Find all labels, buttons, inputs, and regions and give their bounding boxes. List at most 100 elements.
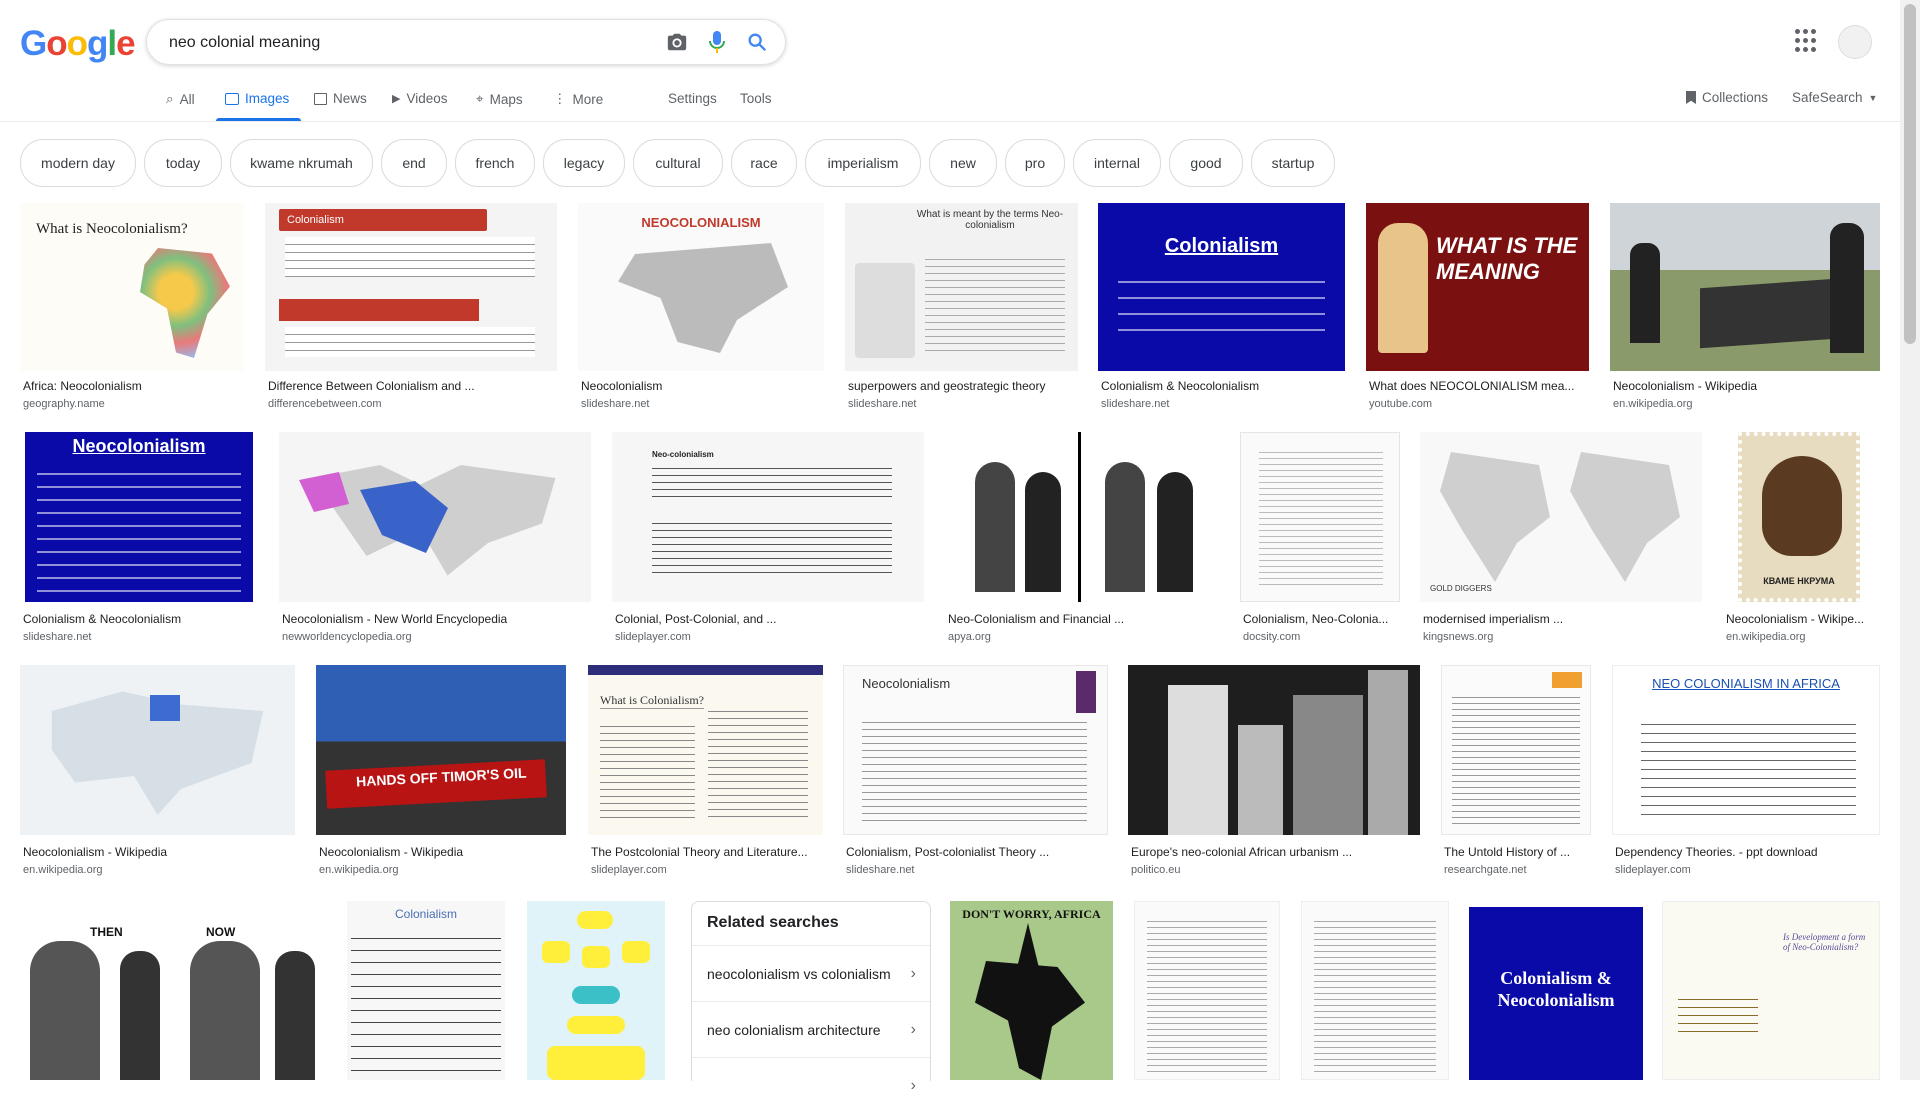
- image-result[interactable]: Colonialism, Neo-Colonia... docsity.com: [1240, 432, 1400, 646]
- result-thumbnail: GOLD DIGGERS: [1420, 432, 1702, 602]
- chip[interactable]: race: [731, 139, 797, 187]
- search-icon: ⌕: [166, 91, 174, 106]
- related-searches-heading: Related searches: [707, 914, 839, 931]
- chip[interactable]: today: [144, 139, 222, 187]
- chip[interactable]: kwame nkrumah: [230, 139, 373, 187]
- image-result[interactable]: КВАМЕ НКРУМА Neocolonialism - Wikipe... …: [1723, 432, 1880, 646]
- result-thumbnail: [1610, 203, 1880, 371]
- image-result[interactable]: Colonialism Colonialism & Neocolonialism…: [1098, 203, 1345, 413]
- google-logo[interactable]: Google: [20, 24, 136, 64]
- result-thumbnail: Colonialism: [265, 203, 557, 371]
- result-thumbnail: [20, 665, 295, 835]
- result-thumbnail: Is Development a form of Neo-Colonialism…: [1662, 901, 1880, 1080]
- image-result[interactable]: Colonialism: [347, 901, 505, 1080]
- result-thumbnail: Colonialism: [347, 901, 505, 1080]
- image-result[interactable]: [1301, 901, 1449, 1080]
- image-result[interactable]: The Untold History of ... researchgate.n…: [1441, 665, 1591, 879]
- result-thumbnail: HANDS OFF TIMOR'S OIL: [316, 665, 566, 835]
- chip[interactable]: pro: [1005, 139, 1065, 187]
- chip[interactable]: cultural: [633, 139, 723, 187]
- tab-news[interactable]: News: [314, 91, 367, 106]
- chevron-right-icon: ›: [910, 1021, 916, 1038]
- chip[interactable]: good: [1169, 139, 1243, 187]
- image-result[interactable]: Is Development a form of Neo-Colonialism…: [1662, 901, 1880, 1080]
- bookmark-icon: [1686, 91, 1696, 104]
- result-thumbnail: NEOCOLONIALISM: [578, 203, 824, 371]
- image-result[interactable]: Neocolonialism - New World Encyclopedia …: [279, 432, 591, 646]
- image-result[interactable]: Neocolonialism Colonialism, Post-colonia…: [843, 665, 1108, 879]
- header-divider: [0, 121, 1900, 122]
- camera-icon[interactable]: [665, 30, 689, 54]
- settings-link[interactable]: Settings: [668, 91, 717, 106]
- caret-down-icon: ▼: [1868, 92, 1878, 103]
- chip[interactable]: french: [455, 139, 535, 187]
- image-result[interactable]: Neo-Colonialism and Financial ... apya.o…: [945, 432, 1215, 646]
- image-result[interactable]: NEOCOLONIALISM Neocolonialism slideshare…: [578, 203, 824, 413]
- tab-maps[interactable]: ⌖ Maps: [476, 91, 523, 107]
- image-result[interactable]: Neocolonialism - Wikipedia en.wikipedia.…: [20, 665, 295, 879]
- result-thumbnail: Colonialism & Neocolonialism: [1469, 907, 1643, 1080]
- tab-more[interactable]: ⋮ More: [553, 91, 603, 107]
- news-icon: [314, 92, 327, 105]
- more-vert-icon: ⋮: [553, 91, 567, 106]
- image-result[interactable]: GOLD DIGGERS modernised imperialism ... …: [1420, 432, 1702, 646]
- result-thumbnail: Neo-colonialism: [612, 432, 924, 602]
- avatar[interactable]: [1838, 25, 1872, 59]
- image-result[interactable]: WHAT IS THE MEANING What does NEOCOLONIA…: [1366, 203, 1589, 413]
- result-thumbnail: Colonialism: [1098, 203, 1345, 371]
- image-result[interactable]: Colonialism Difference Between Coloniali…: [265, 203, 557, 413]
- result-thumbnail: [1240, 432, 1400, 602]
- related-search-item[interactable]: ›: [692, 1057, 930, 1114]
- image-result[interactable]: [527, 901, 665, 1080]
- search-input[interactable]: [167, 20, 641, 66]
- result-thumbnail: DON'T WORRY, AFRICA: [950, 901, 1113, 1080]
- scrollbar-thumb[interactable]: [1904, 4, 1916, 344]
- result-thumbnail: [1301, 901, 1449, 1080]
- image-result[interactable]: Neo-colonialism Colonial, Post-Colonial,…: [612, 432, 924, 646]
- image-icon: [225, 92, 239, 105]
- video-icon: ▶: [392, 93, 401, 105]
- result-thumbnail: [527, 901, 665, 1080]
- image-result[interactable]: Europe's neo-colonial African urbanism .…: [1128, 665, 1420, 879]
- image-result[interactable]: THEN NOW: [20, 901, 325, 1080]
- image-result[interactable]: What is meant by the terms Neo-coloniali…: [845, 203, 1078, 413]
- chip[interactable]: end: [381, 139, 447, 187]
- image-result[interactable]: DON'T WORRY, AFRICA: [950, 901, 1113, 1080]
- chip[interactable]: internal: [1073, 139, 1161, 187]
- tab-videos[interactable]: ▶ Videos: [392, 91, 448, 106]
- related-searches-panel: Related searches neocolonialism vs colon…: [691, 901, 931, 1094]
- chip[interactable]: imperialism: [805, 139, 921, 187]
- result-thumbnail: What is Neocolonialism?: [20, 203, 244, 371]
- related-search-item[interactable]: neocolonialism vs colonialism ›: [692, 945, 930, 1002]
- image-result[interactable]: Colonialism & Neocolonialism: [1469, 901, 1649, 1080]
- search-box: [146, 19, 786, 66]
- image-result[interactable]: Neocolonialism - Wikipedia en.wikipedia.…: [1610, 203, 1880, 413]
- tab-images[interactable]: Images: [225, 91, 289, 106]
- image-result[interactable]: Neocolonialism Colonialism & Neocolonial…: [20, 432, 258, 646]
- chevron-right-icon: ›: [910, 965, 916, 982]
- tools-link[interactable]: Tools: [740, 91, 772, 106]
- chip[interactable]: new: [929, 139, 997, 187]
- chip[interactable]: modern day: [20, 139, 136, 187]
- result-thumbnail: THEN NOW: [20, 901, 325, 1080]
- apps-grid-icon[interactable]: [1795, 29, 1819, 53]
- image-result[interactable]: NEO COLONIALISM IN AFRICA Dependency The…: [1612, 665, 1880, 879]
- image-result[interactable]: [1134, 901, 1280, 1080]
- chip[interactable]: startup: [1251, 139, 1335, 187]
- microphone-icon[interactable]: [705, 30, 729, 54]
- related-search-item[interactable]: neo colonialism architecture ›: [692, 1001, 930, 1058]
- tab-all[interactable]: ⌕ All: [166, 91, 195, 107]
- safesearch-button[interactable]: SafeSearch ▼: [1792, 90, 1877, 105]
- result-thumbnail: [1128, 665, 1420, 835]
- result-thumbnail: [279, 432, 591, 602]
- chip[interactable]: legacy: [543, 139, 625, 187]
- search-icon[interactable]: [745, 30, 769, 54]
- result-thumbnail: [945, 432, 1215, 602]
- result-thumbnail: КВАМЕ НКРУМА: [1738, 432, 1860, 602]
- image-result[interactable]: HANDS OFF TIMOR'S OIL Neocolonialism - W…: [316, 665, 566, 879]
- result-thumbnail: [1441, 665, 1591, 835]
- result-thumbnail: WHAT IS THE MEANING: [1366, 203, 1589, 371]
- image-result[interactable]: What is Neocolonialism? Africa: Neocolon…: [20, 203, 244, 413]
- image-result[interactable]: What is Colonialism? The Postcolonial Th…: [588, 665, 823, 879]
- collections-button[interactable]: Collections: [1686, 90, 1768, 105]
